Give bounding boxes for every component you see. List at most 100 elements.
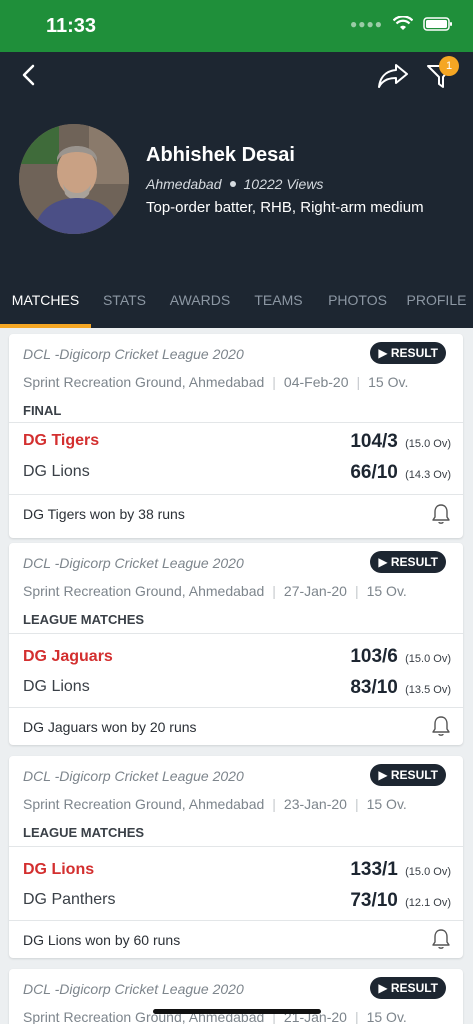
divider bbox=[9, 422, 463, 423]
player-views: 10222 Views bbox=[243, 176, 324, 192]
match-date: 23-Jan-20 bbox=[283, 796, 347, 812]
venue: Sprint Recreation Ground, Ahmedabad bbox=[23, 796, 265, 812]
league-name: DCL -Digicorp Cricket League 2020 bbox=[23, 555, 244, 571]
player-name: Abhishek Desai bbox=[146, 144, 295, 166]
separator: | bbox=[272, 374, 276, 390]
team2-runs: 73/10 bbox=[350, 890, 398, 911]
match-card[interactable]: DCL -Digicorp Cricket League 2020 ▶ RESU… bbox=[9, 756, 463, 958]
status-time: 11:33 bbox=[46, 15, 97, 37]
result-label: RESULT bbox=[390, 768, 438, 782]
tab-matches[interactable]: MATCHES bbox=[0, 282, 91, 328]
match-card[interactable]: DCL -Digicorp Cricket League 2020 ▶ RESU… bbox=[9, 969, 463, 1024]
match-stage: FINAL bbox=[23, 403, 62, 418]
match-stage: LEAGUE MATCHES bbox=[23, 612, 145, 627]
result-button[interactable]: ▶ RESULT bbox=[370, 551, 446, 573]
team1-score: 133/1 (15.0 Ov) bbox=[350, 859, 451, 881]
separator: | bbox=[272, 583, 276, 599]
team2-score: 83/10 (13.5 Ov) bbox=[350, 677, 451, 699]
team2-runs: 83/10 bbox=[350, 677, 398, 698]
match-info: Sprint Recreation Ground, Ahmedabad | 04-F… bbox=[23, 374, 408, 390]
result-label: RESULT bbox=[390, 981, 438, 995]
result-label: RESULT bbox=[390, 346, 438, 360]
tab-awards[interactable]: AWARDS bbox=[158, 282, 242, 328]
tab-photos[interactable]: PHOTOS bbox=[315, 282, 400, 328]
avatar bbox=[19, 124, 129, 234]
divider bbox=[9, 633, 463, 634]
match-date: 04-Feb-20 bbox=[283, 374, 349, 390]
match-overs: 15 Ov. bbox=[366, 796, 407, 812]
divider bbox=[9, 494, 463, 495]
battery-icon bbox=[423, 17, 452, 31]
profile-header: 1 Abhishek Desai Ahmedabad 10222 Views T… bbox=[0, 52, 473, 328]
tab-bar: MATCHES STATS AWARDS TEAMS PHOTOS PROFIL… bbox=[0, 282, 473, 328]
team2-overs: (13.5 Ov) bbox=[405, 684, 451, 696]
team1-score: 104/3 (15.0 Ov) bbox=[350, 431, 451, 453]
divider bbox=[9, 707, 463, 708]
match-info: Sprint Recreation Ground, Ahmedabad | 27-J… bbox=[23, 583, 407, 599]
match-card[interactable]: DCL -Digicorp Cricket League 2020 ▶ RESU… bbox=[9, 334, 463, 538]
league-name: DCL -Digicorp Cricket League 2020 bbox=[23, 346, 244, 362]
divider bbox=[9, 920, 463, 921]
league-name: DCL -Digicorp Cricket League 2020 bbox=[23, 768, 244, 784]
team1-runs: 104/3 bbox=[350, 431, 398, 452]
match-overs: 15 Ov. bbox=[368, 374, 409, 390]
result-button[interactable]: ▶ RESULT bbox=[370, 764, 446, 786]
tab-profile[interactable]: PROFILE bbox=[400, 282, 473, 328]
home-indicator[interactable] bbox=[153, 1009, 321, 1014]
team1-score: 103/6 (15.0 Ov) bbox=[350, 646, 451, 668]
match-date: 27-Jan-20 bbox=[283, 583, 347, 599]
team1-name: DG Jaguars bbox=[23, 648, 113, 665]
venue: Sprint Recreation Ground, Ahmedabad bbox=[23, 374, 265, 390]
team2-name: DG Lions bbox=[23, 463, 90, 480]
match-summary: DG Lions won by 60 runs bbox=[23, 932, 181, 948]
match-overs: 15 Ov. bbox=[366, 583, 407, 599]
match-overs: 15 Ov. bbox=[366, 1009, 407, 1024]
team1-runs: 133/1 bbox=[350, 859, 398, 880]
team1-name: DG Tigers bbox=[23, 432, 100, 449]
separator-dot bbox=[229, 181, 236, 187]
venue: Sprint Recreation Ground, Ahmedabad bbox=[23, 583, 265, 599]
signal-icon: ●●●● bbox=[350, 17, 383, 31]
team2-runs: 66/10 bbox=[350, 462, 398, 483]
bell-icon[interactable] bbox=[430, 715, 452, 737]
filter-badge: 1 bbox=[439, 56, 459, 76]
separator: | bbox=[356, 374, 361, 390]
separator: | bbox=[272, 796, 276, 812]
tab-stats[interactable]: STATS bbox=[91, 282, 158, 328]
tab-teams[interactable]: TEAMS bbox=[242, 282, 315, 328]
team2-score: 73/10 (12.1 Ov) bbox=[350, 890, 451, 912]
team1-overs: (15.0 Ov) bbox=[405, 653, 451, 665]
result-button[interactable]: ▶ RESULT bbox=[370, 342, 446, 364]
divider bbox=[9, 846, 463, 847]
player-city: Ahmedabad bbox=[146, 176, 222, 192]
back-button[interactable] bbox=[16, 60, 46, 90]
team1-overs: (15.0 Ov) bbox=[405, 438, 451, 450]
wifi-icon bbox=[393, 16, 413, 30]
match-info: Sprint Recreation Ground, Ahmedabad | 23-J… bbox=[23, 796, 407, 812]
team1-overs: (15.0 Ov) bbox=[405, 866, 451, 878]
team2-name: DG Lions bbox=[23, 678, 90, 695]
team2-overs: (12.1 Ov) bbox=[405, 897, 451, 909]
match-stage: LEAGUE MATCHES bbox=[23, 825, 145, 840]
team1-name: DG Lions bbox=[23, 861, 95, 878]
bell-icon[interactable] bbox=[430, 928, 452, 950]
match-summary: DG Jaguars won by 20 runs bbox=[23, 719, 197, 735]
share-icon[interactable] bbox=[376, 60, 410, 90]
league-name: DCL -Digicorp Cricket League 2020 bbox=[23, 981, 244, 997]
result-button[interactable]: ▶ RESULT bbox=[370, 977, 446, 999]
separator: | bbox=[354, 796, 359, 812]
match-summary: DG Tigers won by 38 runs bbox=[23, 506, 185, 522]
separator: | bbox=[354, 583, 359, 599]
player-role: Top-order batter, RHB, Right-arm medium bbox=[146, 199, 424, 216]
team1-runs: 103/6 bbox=[350, 646, 398, 667]
team2-name: DG Panthers bbox=[23, 891, 116, 908]
team2-overs: (14.3 Ov) bbox=[405, 469, 451, 481]
status-bar: 11:33 ●●●● bbox=[0, 0, 473, 52]
team2-score: 66/10 (14.3 Ov) bbox=[350, 462, 451, 484]
match-card[interactable]: DCL -Digicorp Cricket League 2020 ▶ RESU… bbox=[9, 543, 463, 745]
result-label: RESULT bbox=[390, 555, 438, 569]
status-icons: ●●●● bbox=[350, 16, 453, 32]
bell-icon[interactable] bbox=[430, 503, 452, 525]
player-meta: Ahmedabad 10222 Views bbox=[146, 176, 323, 192]
avatar-photo bbox=[19, 124, 129, 234]
